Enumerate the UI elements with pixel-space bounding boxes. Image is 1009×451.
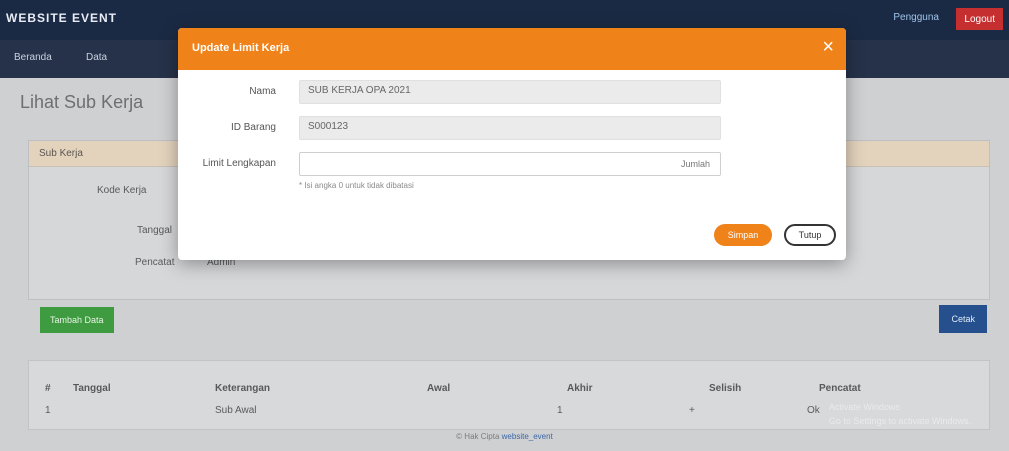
nav-item-home[interactable]: Beranda [14,52,52,63]
column-header[interactable]: Selisih [709,383,741,394]
column-header[interactable]: # [45,383,51,394]
limit-unit: Jumlah [680,159,710,169]
nav-item-data[interactable]: Data [86,52,107,63]
item-id-label: ID Barang [230,122,276,133]
watermark-line: Activate Windows [828,402,900,412]
table-cell: 1 [45,405,51,416]
modal-title: Update Limit Kerja [192,42,290,54]
detail-label: Tanggal [137,225,173,236]
detail-row: Kode Kerja [97,185,146,196]
column-header[interactable]: Tanggal [73,383,111,394]
detail-row: Pencatat Admin [135,257,235,268]
app-brand[interactable]: WEBSITE EVENT [6,11,117,25]
name-label: Nama [249,86,276,97]
column-header[interactable]: Pencatat [819,383,861,394]
add-data-button[interactable]: Tambah Data [40,307,114,333]
table-cell: Sub Awal [215,405,257,416]
column-header[interactable]: Keterangan [215,383,270,394]
footer-text: © Hak Cipta [456,432,500,441]
update-limit-modal: Update Limit Kerja × Nama SUB KERJA OPA … [178,28,846,260]
cancel-button[interactable]: Tutup [784,224,836,246]
print-button[interactable]: Cetak [939,305,987,333]
column-header[interactable]: Akhir [567,383,593,394]
footer-link[interactable]: website_event [502,432,553,441]
detail-label: Kode Kerja [97,185,147,196]
modal-header: Update Limit Kerja × [178,28,846,70]
item-id-field: S000123 [299,116,721,140]
table-cell: Ok [807,405,820,416]
watermark-line: Go to Settings to activate Windows. [828,416,971,426]
page-footer: © Hak Cipta website_event [0,432,1009,441]
user-link[interactable]: Pengguna [893,12,939,23]
name-field: SUB KERJA OPA 2021 [299,80,721,104]
detail-label: Pencatat [135,257,175,268]
detail-row: Tanggal [137,225,172,236]
table-cell: + [689,405,695,416]
limit-input[interactable]: Jumlah [299,152,721,176]
page-title: Lihat Sub Kerja [20,92,144,112]
limit-label: Limit Lengkapan [202,158,276,169]
save-button[interactable]: Simpan [714,224,772,246]
table-cell: 1 [557,405,563,416]
column-header[interactable]: Awal [427,383,450,394]
limit-hint: * Isi angka 0 untuk tidak dibatasi [299,181,414,190]
activation-watermark: Activate Windows Go to Settings to activ… [829,400,971,428]
logout-button[interactable]: Logout [956,8,1003,30]
close-icon[interactable]: × [822,37,834,57]
